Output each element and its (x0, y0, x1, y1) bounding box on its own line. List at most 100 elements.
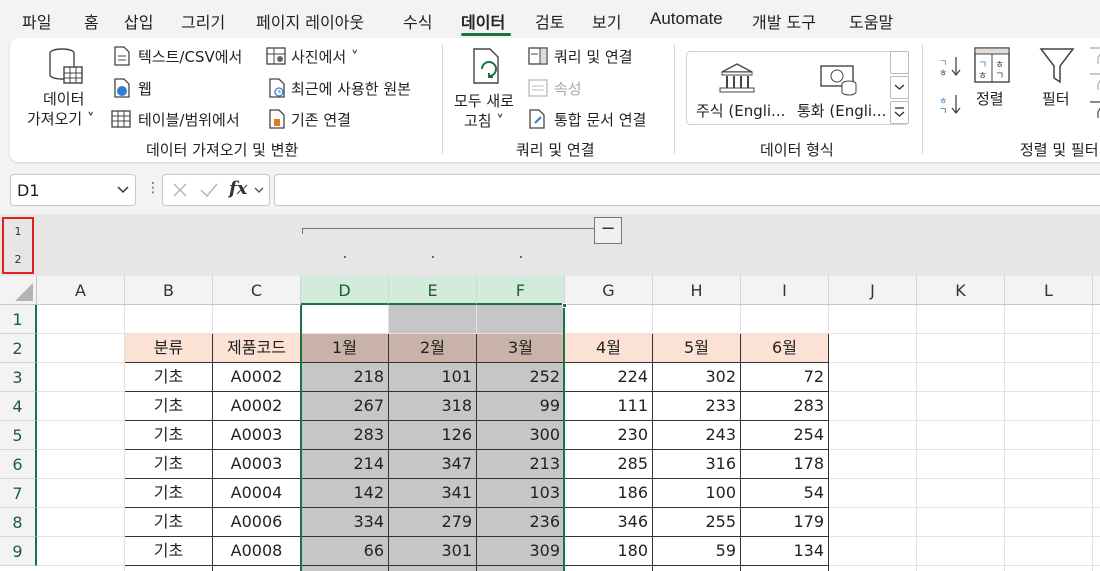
empty-cell[interactable] (565, 305, 653, 334)
get-data-label[interactable]: 데이터 (43, 88, 84, 109)
tab-developer[interactable]: 개발 도구 (752, 9, 816, 33)
table-cell[interactable]: 54 (741, 479, 829, 508)
row-header-4[interactable]: 4 (0, 392, 37, 421)
table-cell[interactable]: 283 (301, 421, 389, 450)
table-cell[interactable]: A0004 (213, 479, 301, 508)
empty-cell[interactable] (1093, 566, 1100, 571)
more-options-icon[interactable]: ⋮ (146, 180, 160, 196)
empty-cell[interactable] (829, 363, 917, 392)
table-cell[interactable]: A0003 (213, 450, 301, 479)
column-header-e[interactable]: E (389, 276, 477, 305)
table-cell[interactable]: A0008 (213, 537, 301, 566)
column-header-l[interactable]: L (1005, 276, 1093, 305)
empty-cell[interactable] (1093, 392, 1100, 421)
empty-cell[interactable] (917, 537, 1005, 566)
properties-button[interactable]: 속성 (554, 78, 582, 99)
table-cell[interactable]: 기초 (125, 537, 213, 566)
sort-descending-icon[interactable]: ㅎㄱ (938, 92, 962, 116)
tab-home[interactable]: 홈 (84, 9, 99, 33)
table-cell[interactable]: A0002 (213, 363, 301, 392)
table-cell[interactable] (213, 566, 301, 571)
table-cell[interactable]: 309 (477, 537, 565, 566)
empty-cell[interactable] (1005, 363, 1093, 392)
empty-cell[interactable] (917, 421, 1005, 450)
table-cell[interactable]: 252 (477, 363, 565, 392)
empty-cell[interactable] (917, 363, 1005, 392)
gallery-down-button[interactable] (890, 76, 909, 99)
table-cell[interactable]: 318 (389, 392, 477, 421)
table-cell[interactable]: A0003 (213, 421, 301, 450)
outline-level-2-button[interactable]: 2 (6, 248, 30, 272)
table-cell[interactable] (653, 566, 741, 571)
table-cell[interactable]: 316 (653, 450, 741, 479)
table-cell[interactable]: 218 (301, 363, 389, 392)
table-cell[interactable]: 186 (565, 479, 653, 508)
from-web-button[interactable]: 웹 (138, 78, 152, 99)
table-cell[interactable]: 347 (389, 450, 477, 479)
empty-cell[interactable] (917, 450, 1005, 479)
row-header-5[interactable]: 5 (0, 421, 37, 450)
table-cell[interactable]: 180 (565, 537, 653, 566)
empty-cell[interactable] (829, 566, 917, 571)
column-header-b[interactable]: B (125, 276, 213, 305)
row-header-1[interactable]: 1 (0, 305, 37, 334)
empty-cell[interactable] (37, 334, 125, 363)
empty-cell[interactable] (1093, 479, 1100, 508)
table-cell[interactable]: 103 (477, 479, 565, 508)
empty-cell[interactable] (829, 479, 917, 508)
table-cell[interactable]: 기초 (125, 508, 213, 537)
edit-links-button[interactable]: 통합 문서 연결 (554, 109, 646, 130)
queries-connections-button[interactable]: 쿼리 및 연결 (554, 46, 633, 67)
empty-cell[interactable] (213, 305, 301, 334)
tab-view[interactable]: 보기 (592, 9, 621, 33)
outline-level-1-button[interactable]: 1 (6, 220, 30, 244)
existing-connections-button[interactable]: 기존 연결 (291, 109, 351, 130)
table-cell[interactable] (125, 566, 213, 571)
empty-cell[interactable] (829, 450, 917, 479)
table-cell[interactable]: 301 (389, 537, 477, 566)
table-cell[interactable]: A0006 (213, 508, 301, 537)
filter-button[interactable]: 필터 (1042, 88, 1070, 109)
table-cell[interactable]: 341 (389, 479, 477, 508)
table-cell[interactable]: 255 (653, 508, 741, 537)
table-cell[interactable]: 179 (741, 508, 829, 537)
empty-cell[interactable] (1093, 334, 1100, 363)
tab-data[interactable]: 데이터 (461, 9, 505, 33)
tab-insert[interactable]: 삽입 (124, 9, 153, 33)
empty-cell[interactable] (125, 305, 213, 334)
table-cell[interactable]: 243 (653, 421, 741, 450)
table-cell[interactable]: 300 (477, 421, 565, 450)
table-cell[interactable] (565, 566, 653, 571)
empty-cell[interactable] (917, 566, 1005, 571)
empty-cell[interactable] (829, 392, 917, 421)
table-cell[interactable]: 213 (477, 450, 565, 479)
name-box[interactable]: D1 (10, 174, 136, 206)
empty-cell[interactable] (829, 305, 917, 334)
stocks-button[interactable]: 주식 (Engli... (696, 100, 785, 121)
column-header-c[interactable]: C (213, 276, 301, 305)
table-cell[interactable]: 214 (301, 450, 389, 479)
table-header-cell[interactable]: 3월 (477, 334, 565, 363)
empty-cell[interactable] (1093, 421, 1100, 450)
empty-cell[interactable] (37, 479, 125, 508)
empty-cell[interactable] (37, 392, 125, 421)
column-header-g[interactable]: G (565, 276, 653, 305)
empty-cell[interactable] (37, 421, 125, 450)
empty-cell[interactable] (1093, 363, 1100, 392)
empty-cell[interactable] (1005, 508, 1093, 537)
empty-cell[interactable] (1005, 479, 1093, 508)
table-cell[interactable]: 59 (653, 537, 741, 566)
enter-icon[interactable] (199, 181, 219, 203)
table-cell[interactable]: 111 (565, 392, 653, 421)
table-cell[interactable]: 142 (301, 479, 389, 508)
empty-cell[interactable] (653, 305, 741, 334)
from-text-csv-button[interactable]: 텍스트/CSV에서 (138, 46, 242, 67)
insert-function-icon[interactable]: fx (229, 178, 247, 199)
empty-cell[interactable] (1005, 566, 1093, 571)
table-cell[interactable]: 기초 (125, 363, 213, 392)
tab-automate[interactable]: Automate (650, 9, 723, 29)
cancel-icon[interactable] (171, 181, 189, 203)
empty-cell[interactable] (37, 450, 125, 479)
empty-cell[interactable] (829, 508, 917, 537)
table-cell[interactable]: 99 (477, 392, 565, 421)
